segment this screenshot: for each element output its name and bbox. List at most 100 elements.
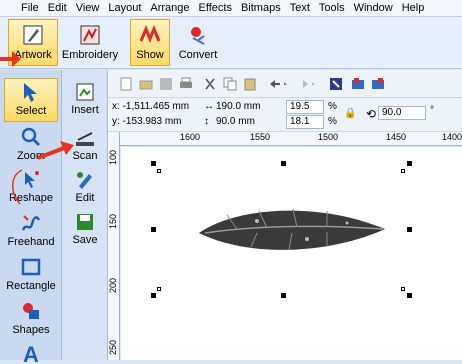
vruler-label: 150 <box>108 214 118 230</box>
show-label: Show <box>136 49 164 61</box>
rotation-handle[interactable] <box>157 287 161 291</box>
insert-image-icon <box>73 80 97 104</box>
rotate-icon: ⟲ <box>366 107 377 121</box>
select-all-icon[interactable] <box>328 76 344 92</box>
annotation-arrow <box>0 51 21 67</box>
menu-text[interactable]: Text <box>290 2 310 14</box>
design-canvas[interactable] <box>121 147 462 360</box>
rectangle-icon <box>17 254 45 280</box>
scanner-icon <box>73 126 97 150</box>
lock-ratio-icon[interactable]: 🔒 <box>344 108 356 119</box>
edit-tool[interactable]: Edit <box>64 168 106 208</box>
scale-y-field[interactable]: 18.1 <box>286 115 324 129</box>
rotation-handle[interactable] <box>401 287 405 291</box>
menu-bitmaps[interactable]: Bitmaps <box>241 2 281 14</box>
property-bar: x: -1,511.465 mm y: -153.983 mm ↔ 190.0 … <box>108 98 462 132</box>
annotation-curve <box>12 169 23 205</box>
hruler-label: 1500 <box>318 132 339 142</box>
export-icon[interactable] <box>370 76 386 92</box>
selection-handle[interactable] <box>151 161 156 166</box>
mode-bar: Artwork Embroidery Show Convert <box>0 17 462 69</box>
save-file-icon[interactable] <box>158 76 174 92</box>
freehand-tool[interactable]: Freehand <box>4 210 58 252</box>
hruler-label: 1550 <box>250 132 271 142</box>
edit-label: Edit <box>75 192 95 204</box>
hruler-label: 1450 <box>386 132 407 142</box>
rotation-handle[interactable] <box>157 169 161 173</box>
rotation-degree: ° <box>430 105 434 116</box>
redo-icon[interactable] <box>294 76 318 92</box>
rectangle-label: Rectangle <box>6 280 56 292</box>
paste-icon[interactable] <box>242 76 258 92</box>
selection-handle[interactable] <box>151 227 156 232</box>
text-a-icon: A <box>17 342 45 364</box>
menu-tools[interactable]: Tools <box>319 2 345 14</box>
show-button[interactable]: Show <box>130 19 170 66</box>
embroidery-mode-label: Embroidery <box>61 49 119 61</box>
embroidery-mode-button[interactable]: Embroidery <box>60 19 120 66</box>
open-file-icon[interactable] <box>138 76 154 92</box>
standard-toolbar <box>108 70 462 98</box>
scan-label: Scan <box>72 150 98 162</box>
scale-x-field[interactable]: 19.5 <box>286 100 324 114</box>
save-image-icon <box>73 210 97 234</box>
selection-handle[interactable] <box>407 293 412 298</box>
selection-handle[interactable] <box>407 161 412 166</box>
scale-x-percent: % <box>328 101 337 112</box>
select-arrow-icon <box>17 79 45 105</box>
width-field[interactable]: 190.0 mm <box>216 101 260 112</box>
undo-icon[interactable] <box>266 76 290 92</box>
menu-file[interactable]: File <box>21 2 39 14</box>
annotation-arrow <box>37 141 74 160</box>
select-label: Select <box>15 105 47 117</box>
text-tool[interactable]: A <box>4 342 58 364</box>
menu-layout[interactable]: Layout <box>108 2 141 14</box>
select-tool[interactable]: Select <box>4 78 58 122</box>
height-field[interactable]: 90.0 mm <box>216 116 255 127</box>
copy-icon[interactable] <box>222 76 238 92</box>
embroidery-icon <box>77 22 103 48</box>
convert-label: Convert <box>178 49 218 61</box>
rotation-field[interactable]: 90.0 <box>378 106 426 120</box>
vruler-label: 250 <box>108 340 118 356</box>
selection-handle[interactable] <box>151 293 156 298</box>
show-stitches-icon <box>137 22 163 48</box>
height-icon: ↕ <box>204 116 209 127</box>
artwork-side-toolbox: Insert Scan Edit Save <box>62 70 108 360</box>
shapes-tool[interactable]: Shapes <box>4 298 58 340</box>
menu-window[interactable]: Window <box>354 2 393 14</box>
leaf-image[interactable] <box>197 199 387 259</box>
cut-icon[interactable] <box>202 76 218 92</box>
hruler-label: 1400 <box>442 132 462 142</box>
save-tool[interactable]: Save <box>64 210 106 250</box>
rotation-handle[interactable] <box>401 169 405 173</box>
print-icon[interactable] <box>178 76 194 92</box>
menu-edit[interactable]: Edit <box>48 2 67 14</box>
convert-button[interactable]: Convert <box>174 19 222 66</box>
horizontal-ruler: 1600 1550 1500 1450 1400 <box>120 132 462 146</box>
import-icon[interactable] <box>350 76 366 92</box>
menu-arrange[interactable]: Arrange <box>150 2 189 14</box>
menu-help[interactable]: Help <box>402 2 425 14</box>
selection-handle[interactable] <box>281 293 286 298</box>
new-file-icon[interactable] <box>118 76 134 92</box>
insert-tool[interactable]: Insert <box>64 80 106 120</box>
x-position[interactable]: x: -1,511.465 mm <box>112 101 189 112</box>
y-position[interactable]: y: -153.983 mm <box>112 116 181 127</box>
vruler-label: 100 <box>108 150 118 166</box>
freehand-label: Freehand <box>7 236 55 248</box>
edit-image-icon <box>73 168 97 192</box>
shapes-label: Shapes <box>12 324 50 336</box>
menu-view[interactable]: View <box>76 2 100 14</box>
rectangle-tool[interactable]: Rectangle <box>4 254 58 296</box>
selection-handle[interactable] <box>281 161 286 166</box>
menu-effects[interactable]: Effects <box>199 2 232 14</box>
menu-bar: File Edit View Layout Arrange Effects Bi… <box>0 0 462 17</box>
svg-text:A: A <box>23 342 39 364</box>
insert-label: Insert <box>71 104 99 116</box>
hruler-label: 1600 <box>180 132 201 142</box>
convert-icon <box>185 22 211 48</box>
freehand-icon <box>17 210 45 236</box>
artwork-icon <box>20 22 46 48</box>
selection-handle[interactable] <box>407 227 412 232</box>
